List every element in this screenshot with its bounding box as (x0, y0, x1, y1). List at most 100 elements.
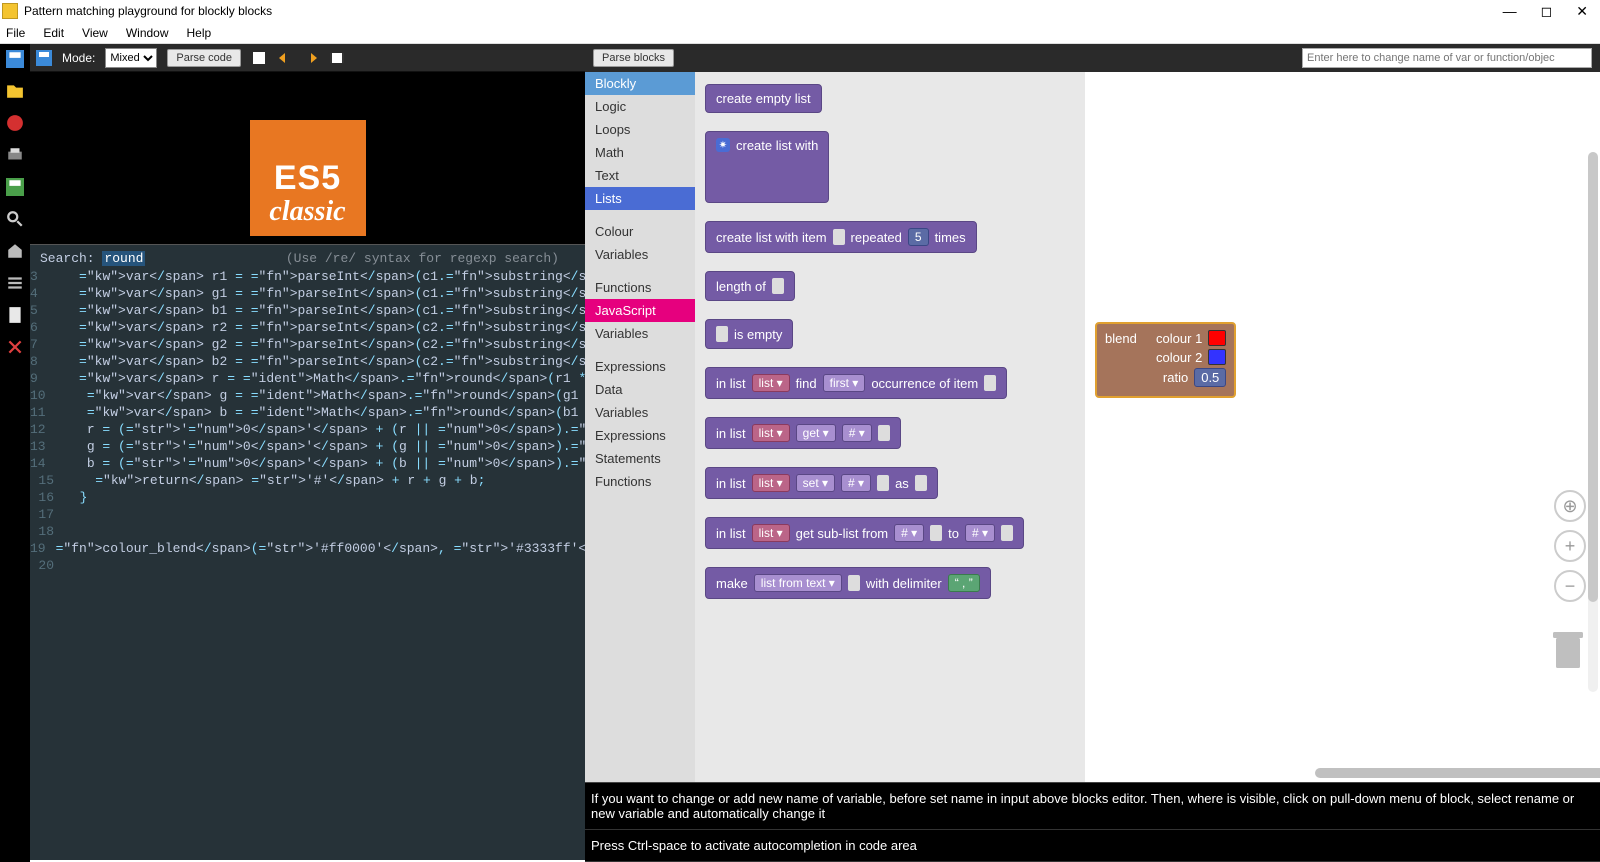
category-data[interactable]: Data (585, 378, 695, 401)
block-is-empty[interactable]: is empty (705, 319, 793, 349)
to-dropdown[interactable]: # ▾ (965, 524, 995, 542)
blockly-workspace[interactable]: blend colour 1 colour 2 ratio0.5 ⊕ + − (1085, 72, 1600, 782)
set-dropdown[interactable]: set ▾ (796, 474, 835, 492)
block-find-in-list[interactable]: in list list ▾ find first ▾ occurrence o… (705, 367, 1007, 399)
code-line[interactable]: 14 b = (="str">'="num">0</span>'</span> … (30, 455, 585, 472)
home-icon[interactable] (6, 242, 24, 260)
disk-icon[interactable] (36, 50, 52, 66)
menu-edit[interactable]: Edit (43, 26, 64, 40)
save-icon[interactable] (6, 50, 24, 68)
ratio-field[interactable]: 0.5 (1194, 368, 1226, 387)
code-line[interactable]: 11 ="kw">var</span> b = ="ident">Math</s… (30, 404, 585, 421)
undo-icon[interactable] (277, 50, 293, 66)
menu-window[interactable]: Window (126, 26, 169, 40)
redo-icon[interactable] (303, 50, 319, 66)
index-dropdown[interactable]: # ▾ (841, 474, 871, 492)
block-create-empty-list[interactable]: create empty list (705, 84, 822, 113)
search-input[interactable]: round (102, 251, 145, 266)
movie-icon[interactable] (329, 50, 345, 66)
settings-icon[interactable] (6, 274, 24, 292)
code-line[interactable]: 4 ="kw">var</span> g1 = ="fn">parseInt</… (30, 285, 585, 302)
center-button[interactable]: ⊕ (1554, 490, 1586, 522)
code-line[interactable]: 12 r = (="str">'="num">0</span>'</span> … (30, 421, 585, 438)
category-logic[interactable]: Logic (585, 95, 695, 118)
code-line[interactable]: 20 (30, 557, 585, 574)
code-line[interactable]: 10 ="kw">var</span> g = ="ident">Math</s… (30, 387, 585, 404)
first-dropdown[interactable]: first ▾ (823, 374, 866, 392)
category-functions[interactable]: Functions (585, 470, 695, 493)
print-icon[interactable] (6, 146, 24, 164)
workspace-scrollbar-v[interactable] (1588, 152, 1598, 692)
code-line[interactable]: 18 (30, 523, 585, 540)
category-variables[interactable]: Variables (585, 322, 695, 345)
category-lists[interactable]: Lists (585, 187, 695, 210)
gear-icon[interactable]: ✷ (716, 138, 730, 152)
block-make-list-from-text[interactable]: make list from text ▾ with delimiter “ ,… (705, 567, 991, 599)
parse-code-button[interactable]: Parse code (167, 49, 241, 67)
colour1-field[interactable] (1208, 330, 1226, 346)
block-blend-colour[interactable]: blend colour 1 colour 2 ratio0.5 (1095, 322, 1236, 398)
code-line[interactable]: 19="fn">colour_blend</span>(="str">'#ff0… (30, 540, 585, 557)
code-line[interactable]: 8 ="kw">var</span> b2 = ="fn">parseInt</… (30, 353, 585, 370)
category-loops[interactable]: Loops (585, 118, 695, 141)
code-line[interactable]: 3 ="kw">var</span> r1 = ="fn">parseInt</… (30, 268, 585, 285)
list-dropdown[interactable]: list ▾ (752, 474, 790, 492)
block-get-in-list[interactable]: in list list ▾ get ▾ # ▾ (705, 417, 901, 449)
save-as-icon[interactable] (6, 178, 24, 196)
maximize-button[interactable]: ◻ (1541, 3, 1553, 20)
make-dropdown[interactable]: list from text ▾ (754, 574, 842, 592)
zoom-in-button[interactable]: + (1554, 530, 1586, 562)
code-line[interactable]: 7 ="kw">var</span> g2 = ="fn">parseInt</… (30, 336, 585, 353)
code-line[interactable]: 9 ="kw">var</span> r = ="ident">Math</sp… (30, 370, 585, 387)
number-field[interactable]: 5 (908, 228, 929, 246)
record-icon[interactable] (6, 114, 24, 132)
search-icon[interactable] (6, 210, 24, 228)
stop-icon[interactable] (251, 50, 267, 66)
code-line[interactable]: 17 (30, 506, 585, 523)
category-statements[interactable]: Statements (585, 447, 695, 470)
parse-blocks-button[interactable]: Parse blocks (593, 49, 674, 67)
category-functions[interactable]: Functions (585, 276, 695, 299)
index-dropdown[interactable]: # ▾ (842, 424, 872, 442)
list-dropdown[interactable]: list ▾ (752, 524, 790, 542)
code-line[interactable]: 16 } (30, 489, 585, 506)
menu-file[interactable]: File (6, 26, 25, 40)
menu-help[interactable]: Help (187, 26, 212, 40)
category-blockly[interactable]: Blockly (585, 72, 695, 95)
document-icon[interactable] (6, 306, 24, 324)
category-variables[interactable]: Variables (585, 401, 695, 424)
string-field[interactable]: “ , ” (948, 574, 980, 592)
list-dropdown[interactable]: list ▾ (752, 424, 790, 442)
minimize-button[interactable]: — (1503, 3, 1517, 20)
code-line[interactable]: 6 ="kw">var</span> r2 = ="fn">parseInt</… (30, 319, 585, 336)
code-editor[interactable]: Search: round (Use /re/ syntax for regex… (30, 244, 585, 862)
category-text[interactable]: Text (585, 164, 695, 187)
code-line[interactable]: 5 ="kw">var</span> b1 = ="fn">parseInt</… (30, 302, 585, 319)
menu-view[interactable]: View (82, 26, 108, 40)
category-expressions[interactable]: Expressions (585, 355, 695, 378)
trash-icon[interactable] (1550, 628, 1586, 672)
block-sublist[interactable]: in list list ▾ get sub-list from # ▾ to … (705, 517, 1024, 549)
block-flyout[interactable]: create empty list ✷ create list with cre… (695, 72, 1085, 782)
block-create-list-with[interactable]: ✷ create list with (705, 131, 829, 203)
rename-input[interactable] (1302, 48, 1592, 68)
block-length-of[interactable]: length of (705, 271, 795, 301)
block-create-list-repeated[interactable]: create list with item repeated 5 times (705, 221, 977, 253)
category-math[interactable]: Math (585, 141, 695, 164)
workspace-scrollbar-h[interactable] (1315, 768, 1600, 782)
open-folder-icon[interactable] (6, 82, 24, 100)
category-expressions[interactable]: Expressions (585, 424, 695, 447)
zoom-out-button[interactable]: − (1554, 570, 1586, 602)
close-button[interactable]: ✕ (1576, 3, 1588, 20)
block-set-in-list[interactable]: in list list ▾ set ▾ # ▾ as (705, 467, 938, 499)
mode-select[interactable]: Mixed (105, 48, 157, 68)
code-line[interactable]: 15 ="kw">return</span> ="str">'#'</span>… (30, 472, 585, 489)
delete-icon[interactable] (6, 338, 24, 356)
list-dropdown[interactable]: list ▾ (752, 374, 790, 392)
category-variables[interactable]: Variables (585, 243, 695, 266)
get-dropdown[interactable]: get ▾ (796, 424, 836, 442)
code-line[interactable]: 13 g = (="str">'="num">0</span>'</span> … (30, 438, 585, 455)
category-javascript[interactable]: JavaScript (585, 299, 695, 322)
from-dropdown[interactable]: # ▾ (894, 524, 924, 542)
category-colour[interactable]: Colour (585, 220, 695, 243)
